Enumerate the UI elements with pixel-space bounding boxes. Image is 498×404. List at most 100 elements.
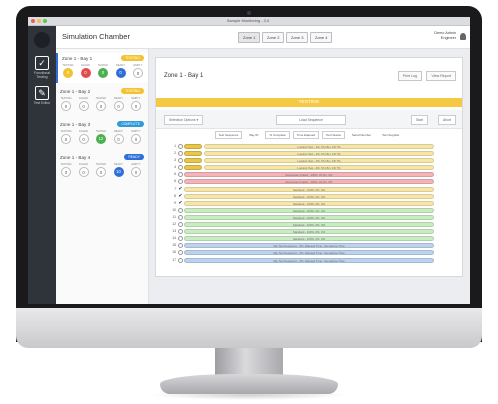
- row-number: 10: [172, 207, 176, 212]
- zone-stat-label: FAILED: [81, 64, 90, 67]
- print-log-button[interactable]: Print Log: [397, 71, 422, 81]
- status-circle-icon: [178, 236, 183, 242]
- bay-title: Zone 1 - Bay 1: [164, 73, 204, 79]
- zone-stat-count: 0: [61, 134, 71, 144]
- row-number: 15: [172, 243, 176, 248]
- zone-stat-label: FAILED: [79, 163, 88, 166]
- sequence-bar: Standard - 100%, 0%, 3%: [184, 236, 434, 242]
- sequence-bar: Standard - 100%, 0%, 3%: [184, 200, 434, 206]
- close-window-button[interactable]: [31, 19, 35, 23]
- sequence-row[interactable]: 3 Logging Test - 0%, 5h 15m, Fill 7%: [156, 157, 462, 164]
- page-title: Simulation Chamber: [62, 32, 130, 41]
- sequence-row[interactable]: 16 Idle Test Sequence - 0%, Elapsed Time …: [156, 249, 462, 256]
- tab-zone-4[interactable]: Zone 4: [310, 32, 333, 43]
- rail-item-functional-testing[interactable]: ✓ Functional Testing: [28, 56, 56, 79]
- checkmark-icon: ✔: [178, 185, 183, 192]
- zone-stat-count: 6: [63, 68, 73, 78]
- sequence-row[interactable]: 17 Idle Test Sequence - 0%, Elapsed Time …: [156, 257, 462, 264]
- checkmark-icon: ✔: [178, 192, 183, 199]
- sequence-row[interactable]: 2 Logging Test - 0%, 5h 15m, Fill 7%: [156, 150, 462, 157]
- zone-item[interactable]: Zone 1 - Bay 4 READY TESTING FAILED TESTED RE…: [56, 152, 148, 182]
- status-circle-icon: [178, 207, 183, 213]
- zone-stat-label: TESTING: [60, 163, 72, 166]
- zone-stat-label: EMPTY: [133, 64, 143, 67]
- zone-stat-label: FAILED: [79, 97, 88, 100]
- status-circle-icon: [178, 250, 183, 256]
- zone-stat-count: 0: [131, 167, 141, 177]
- rail-item-test-editor[interactable]: ✎ Test Editor: [28, 86, 56, 105]
- zone-item[interactable]: Zone 1 - Bay 1 TESTING TESTING FAILED TESTED…: [56, 53, 148, 83]
- column-filter[interactable]: Test Sequence: [214, 131, 243, 139]
- sequence-row[interactable]: 11 Standard - 100%, 0%, 3%: [156, 214, 462, 221]
- sequence-row[interactable]: 5 Regression Failed - 100%, 0h 0m, 0%: [156, 171, 462, 178]
- column-filter[interactable]: Bay ID: [245, 131, 262, 139]
- status-circle-icon: [178, 172, 183, 178]
- zone-stat-count: 0: [78, 101, 89, 111]
- zone-stat-count: 0: [113, 101, 124, 111]
- row-number: 11: [172, 214, 176, 219]
- column-filter[interactable]: Test Status: [322, 131, 345, 139]
- zone-stat-label: EMPTY: [131, 163, 141, 166]
- column-filter[interactable]: Serial Number: [348, 131, 375, 139]
- sequence-row[interactable]: 1 Logging Test - 0%, 5h 15m, Fill 7%: [156, 143, 462, 150]
- zone-stat-label: READY: [114, 163, 123, 166]
- minimize-window-button[interactable]: [37, 19, 41, 23]
- tab-zone-1[interactable]: Zone 1: [238, 32, 261, 43]
- user-info[interactable]: Demo Admin Engineer: [434, 31, 456, 41]
- column-filters: Test Sequence Bay ID% Complete Time Elapse…: [156, 131, 462, 139]
- zone-name: Zone 1 - Bay 3: [60, 122, 91, 127]
- status-bar: TESTING: [156, 98, 462, 107]
- sequence-row[interactable]: 6 Regression Failed - 100%, 0h 0m, 0%: [156, 178, 462, 185]
- row-number: 1: [174, 144, 176, 148]
- status-circle-icon: [178, 144, 183, 149]
- status-circle-icon: [178, 243, 183, 249]
- user-icon[interactable]: [460, 33, 466, 40]
- zone-stat-label: TESTED: [95, 163, 107, 166]
- window-titlebar: Sample Monitoring - 3.0: [28, 17, 470, 26]
- sequence-row[interactable]: 9 ✔ Standard - 100%, 0%, 3%: [156, 200, 462, 207]
- zone-stat-count: 0: [80, 68, 91, 78]
- zone-status-badge: TESTING: [121, 88, 144, 94]
- sequence-row[interactable]: 14 Standard - 100%, 0%, 3%: [156, 235, 462, 242]
- camera-dot: [247, 11, 251, 15]
- row-number: 14: [172, 236, 176, 241]
- column-filter[interactable]: Time Elapsed: [292, 131, 320, 139]
- sequence-row[interactable]: 10 Standard - 100%, 0%, 3%: [156, 207, 462, 214]
- load-sequence-button[interactable]: Load Sequence: [276, 115, 346, 125]
- zone-item[interactable]: Zone 1 - Bay 2 TESTING TESTING FAILED TESTED…: [56, 86, 148, 116]
- tab-zone-2[interactable]: Zone 2: [262, 32, 285, 43]
- app-screen: Sample Monitoring - 3.0 ✓ Functional Tes…: [28, 17, 470, 304]
- sequence-row[interactable]: 7 ✔ Standard - 100%, 0%, 3%: [156, 186, 462, 193]
- app-header: Simulation Chamber Zone 1 Zone 2 Zone 3 …: [56, 26, 470, 49]
- zone-stat-label: TESTED: [95, 130, 107, 133]
- zone-stat-count: 0: [61, 167, 71, 177]
- row-number: 17: [172, 257, 176, 262]
- sequence-row[interactable]: 12 Standard - 100%, 0%, 3%: [156, 221, 462, 228]
- zone-item[interactable]: Zone 1 - Bay 3 COMPLETE TESTING FAILED TESTE…: [56, 119, 148, 149]
- view-report-button[interactable]: View Report: [426, 71, 456, 81]
- zone-stat-count: 0: [113, 134, 124, 144]
- sequence-row[interactable]: 15 Idle Test Sequence - 0%, Elapsed Time …: [156, 242, 462, 249]
- status-circle-icon: [178, 158, 183, 164]
- sequence-row[interactable]: 13 Standard - 100%, 0%, 3%: [156, 228, 462, 235]
- zone-stat-count: 0: [96, 167, 106, 177]
- selection-options-dropdown[interactable]: Selection Options ▾: [164, 115, 204, 125]
- tab-zone-3[interactable]: Zone 3: [286, 32, 309, 43]
- sequence-row[interactable]: 8 ✔ Standard - 100%, 0%, 3%: [156, 193, 462, 200]
- sequence-bar: Idle Test Sequence - 0%, Elapsed Time - …: [184, 257, 434, 263]
- column-filter[interactable]: % Complete: [265, 131, 290, 139]
- zone-stat-count: 0: [61, 101, 71, 111]
- sequence-bar: Idle Test Sequence - 0%, Elapsed Time - …: [184, 243, 434, 249]
- abort-button[interactable]: Abort: [437, 115, 456, 125]
- user-role: Engineer: [440, 36, 456, 40]
- status-circle-icon: [178, 257, 183, 263]
- window-title: Sample Monitoring - 3.0: [226, 18, 270, 23]
- start-button[interactable]: Start: [410, 115, 428, 125]
- column-filter[interactable]: Test Supplier: [378, 131, 403, 139]
- sequence-row[interactable]: 4 Logging Test - 0%, 5h 15m, Fill 7%: [156, 164, 462, 171]
- zone-stat-count: 12: [96, 134, 106, 144]
- sequence-bar: Standard - 100%, 0%, 3%: [184, 193, 434, 199]
- zone-stat-count: 0: [78, 134, 89, 144]
- status-circle-icon: [178, 214, 183, 220]
- maximize-window-button[interactable]: [43, 19, 47, 23]
